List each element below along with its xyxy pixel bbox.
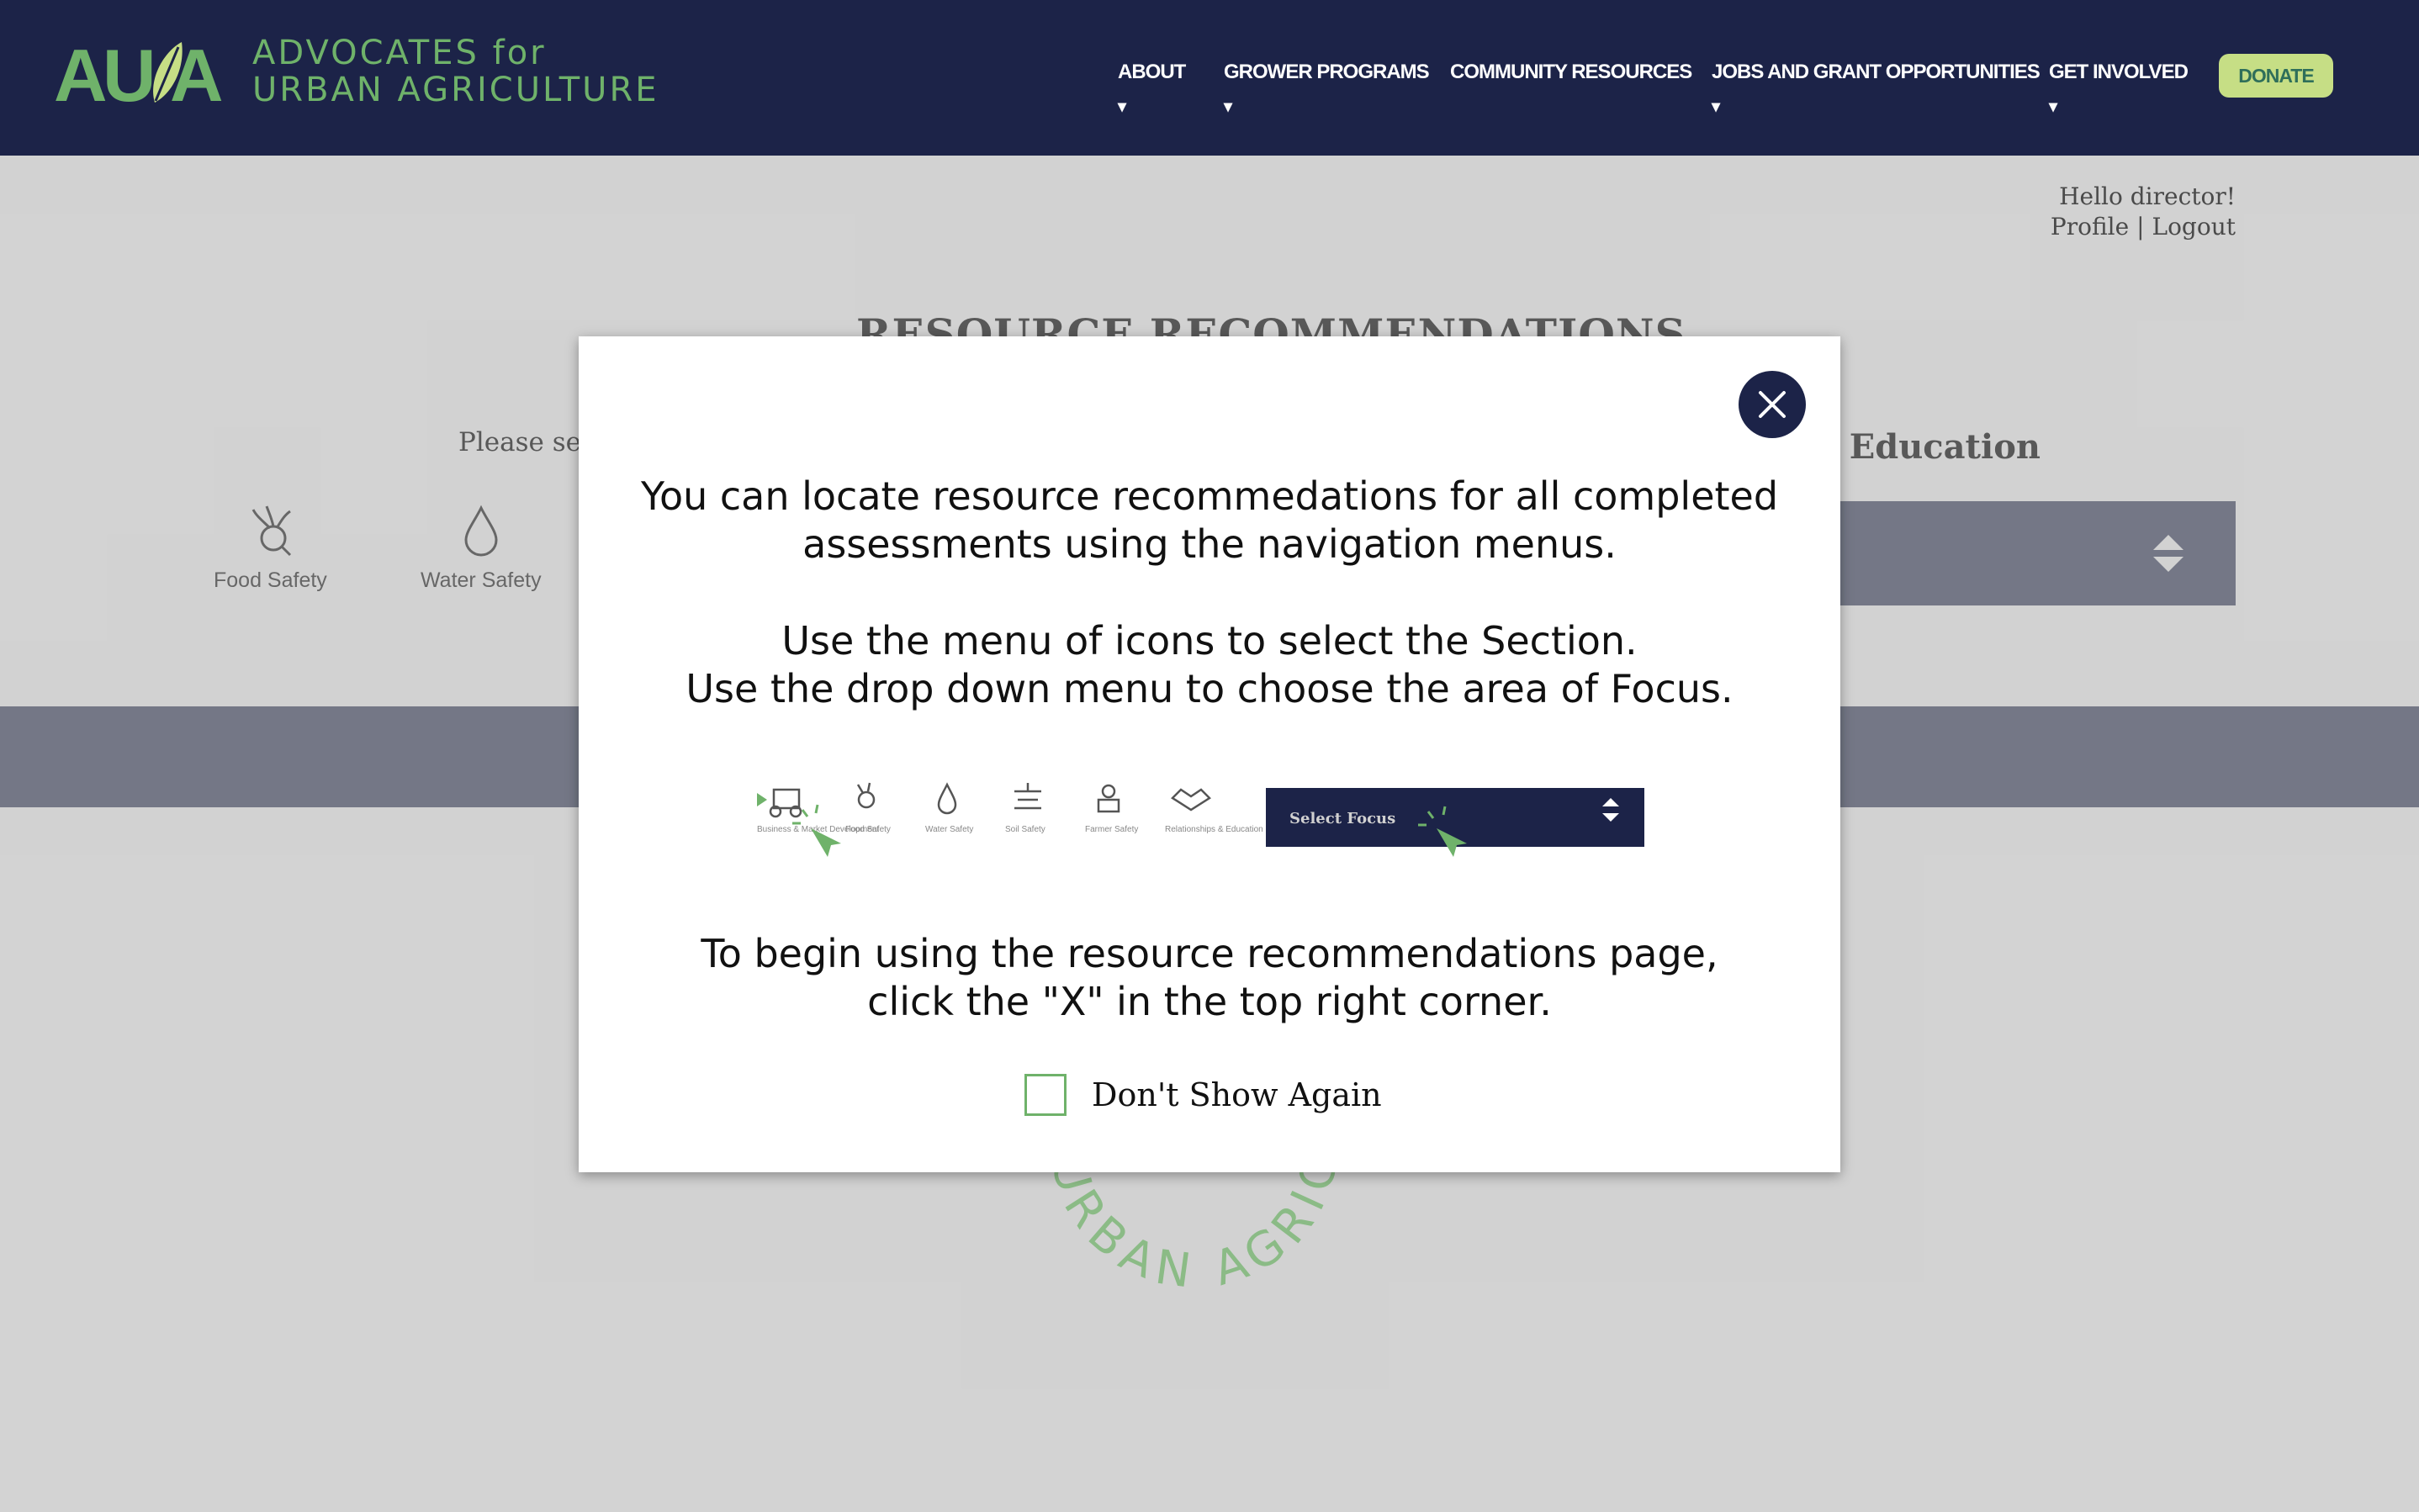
close-button[interactable] (1739, 371, 1806, 438)
nav-item-grower-programs[interactable]: GROWER PROGRAMS ▾ (1224, 61, 1430, 116)
example-icon-label: Relationships & Education (1165, 825, 1263, 834)
water-drop-icon (937, 782, 957, 815)
instructions-modal: You can locate resource recommedations f… (579, 336, 1840, 1172)
nav-item-label: JOBS AND GRANT OPPORTUNITIES (1712, 61, 2041, 83)
svg-text:A: A (54, 34, 106, 109)
modal-line: Use the drop down menu to choose the are… (685, 666, 1734, 711)
dont-show-again[interactable]: Don't Show Again (1024, 1074, 1382, 1116)
modal-line: You can locate resource recommedations f… (640, 473, 1779, 519)
example-icon-label: Soil Safety (1005, 825, 1045, 834)
modal-paragraph-2: Use the menu of icons to select the Sect… (579, 617, 1840, 713)
close-icon (1759, 391, 1786, 418)
modal-paragraph-3: To begin using the resource recommendati… (579, 930, 1840, 1026)
tractor-icon (769, 788, 802, 818)
example-icon-label: Water Safety (925, 825, 973, 834)
modal-line: assessments using the navigation menus. (802, 521, 1617, 567)
beet-icon (856, 782, 876, 809)
modal-line: To begin using the resource recommendati… (701, 931, 1718, 976)
example-icon-label: Food Safety (845, 825, 891, 834)
logo[interactable]: A U A ADVOCATES for URBAN AGRICULTURE (54, 34, 659, 109)
modal-paragraph-1: You can locate resource recommedations f… (579, 473, 1840, 568)
nav-item-community-resources[interactable]: COMMUNITY RESOURCES (1450, 61, 1692, 84)
donate-button[interactable]: DONATE (2219, 54, 2333, 98)
soil-icon (1014, 783, 1041, 810)
svg-text:A: A (170, 34, 222, 109)
nav-item-about[interactable]: ABOUT ▾ (1118, 61, 1186, 116)
site-header: A U A ADVOCATES for URBAN AGRICULTURE AB… (0, 0, 2419, 156)
nav-item-label: GROWER PROGRAMS (1224, 61, 1430, 83)
caret-down-icon: ▾ (2049, 98, 2057, 116)
modal-line: Use the menu of icons to select the Sect… (781, 618, 1638, 663)
nav-item-label: COMMUNITY RESOURCES (1450, 61, 1692, 83)
example-icon-label: Farmer Safety (1085, 825, 1138, 834)
caret-down-icon: ▾ (1224, 98, 1232, 116)
caret-down-icon: ▾ (1712, 98, 1720, 116)
instruction-illustration: Business & Market Development Food Safet… (757, 782, 1644, 857)
dont-show-label: Don't Show Again (1092, 1076, 1382, 1113)
nav-item-get-involved[interactable]: GET INVOLVED ▾ (2049, 61, 2189, 116)
example-select-label: Select Focus (1289, 810, 1395, 827)
handshake-icon (1171, 788, 1211, 812)
dont-show-checkbox[interactable] (1024, 1074, 1067, 1116)
svg-text:U: U (103, 34, 156, 109)
aua-logo-icon: A U A (54, 34, 222, 109)
caret-down-icon: ▾ (1118, 98, 1126, 116)
nav-item-label: GET INVOLVED (2049, 61, 2189, 83)
farmer-icon (1097, 784, 1120, 813)
logo-line-1: ADVOCATES for (252, 34, 547, 72)
logo-line-2: URBAN AGRICULTURE (252, 71, 659, 109)
nav-item-jobs-grants[interactable]: JOBS AND GRANT OPPORTUNITIES ▾ (1712, 61, 2041, 116)
modal-line: click the "X" in the top right corner. (867, 979, 1552, 1024)
logo-text: ADVOCATES for URBAN AGRICULTURE (252, 34, 659, 108)
nav-item-label: ABOUT (1118, 61, 1186, 83)
